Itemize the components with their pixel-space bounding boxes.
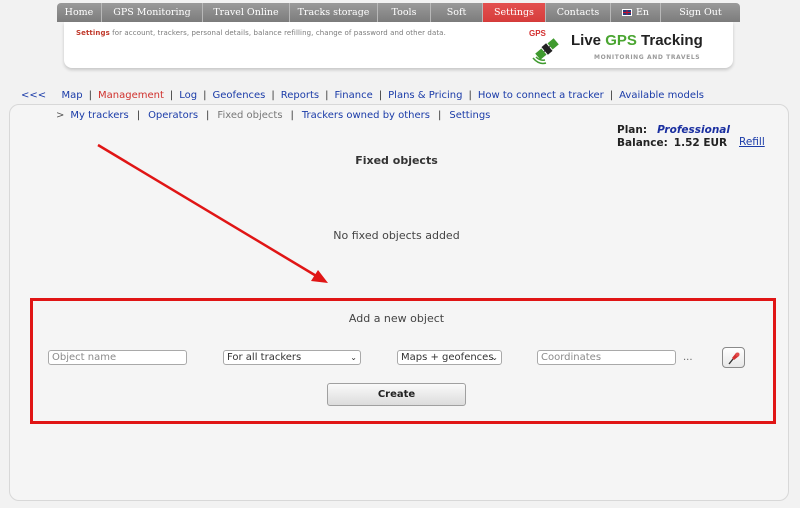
plan-name: Professional [657, 124, 730, 136]
menu-separator: | [88, 90, 92, 101]
uk-flag-icon [621, 9, 632, 16]
logo-brand-gps: GPS [605, 32, 637, 49]
display-select-value: Maps + geofences [401, 352, 494, 363]
menu-reports[interactable]: Reports [281, 90, 319, 101]
menu-separator: | [325, 90, 329, 101]
submenu-my-trackers[interactable]: My trackers [70, 110, 128, 121]
logo-brand: Live GPS Tracking [571, 32, 703, 49]
submenu-operators[interactable]: Operators [148, 110, 198, 121]
submenu-fixed-objects: Fixed objects [217, 110, 283, 121]
balance-label: Balance: [617, 137, 668, 149]
menu-separator: | [468, 90, 472, 101]
page-header: Settings for account, trackers, personal… [64, 22, 733, 68]
menu-log[interactable]: Log [179, 90, 197, 101]
nav-tracks-storage[interactable]: Tracks storage [290, 3, 378, 22]
submenu-separator: | [438, 110, 442, 121]
submenu-trackers-owned-by-others[interactable]: Trackers owned by others [302, 110, 430, 121]
nav-language[interactable]: En [611, 3, 661, 22]
menu-separator: | [378, 90, 383, 101]
submenu-prefix: > [56, 110, 65, 121]
submenu-separator: | [206, 110, 210, 121]
submenu-settings[interactable]: Settings [449, 110, 490, 121]
add-object-title: Add a new object [348, 312, 445, 325]
sub-menu: > My trackers | Operators | Fixed objects | Tra… [56, 110, 490, 121]
logo-brand-post: Tracking [636, 32, 703, 49]
empty-state-message: No fixed objects added [333, 229, 460, 242]
nav-contacts[interactable]: Contacts [546, 3, 611, 22]
menu-map[interactable]: Map [62, 90, 83, 101]
nav-home[interactable]: Home [57, 3, 102, 22]
trackers-select[interactable]: For all trackers ⌄ [223, 350, 361, 365]
refill-link[interactable]: Refill [739, 136, 765, 148]
menu-geofences[interactable]: Geofences [213, 90, 266, 101]
menu-available-models[interactable]: Available models [619, 90, 704, 101]
nav-tools[interactable]: Tools [378, 3, 431, 22]
trackers-select-value: For all trackers [227, 352, 302, 363]
menu-plans-pricing[interactable]: Plans & Pricing [388, 90, 462, 101]
chevron-down-icon: ⌄ [350, 353, 357, 362]
menu-separator: | [169, 90, 174, 101]
display-select[interactable]: Maps + geofences ⌄ [397, 350, 502, 365]
submenu-separator: | [136, 110, 141, 121]
nav-sign-out[interactable]: Sign Out [661, 3, 740, 22]
logo-badge: GPS [529, 29, 547, 38]
menu-separator: | [609, 90, 614, 101]
top-navigation: Home GPS Monitoring Travel Online Tracks… [57, 3, 740, 22]
language-label: En [635, 7, 650, 18]
chevron-down-icon: ⌄ [491, 353, 498, 362]
menu-separator: | [203, 90, 207, 101]
menu-back[interactable]: <<< [21, 90, 46, 101]
account-summary: Plan: Professional Balance: 1.52 EUR [617, 124, 730, 150]
create-button[interactable]: Create [327, 383, 466, 406]
nav-travel-online[interactable]: Travel Online [203, 3, 290, 22]
menu-management[interactable]: Management [98, 90, 164, 101]
satellite-icon: GPS [529, 29, 559, 65]
menu-finance[interactable]: Finance [335, 90, 373, 101]
menu-separator: | [271, 90, 275, 101]
object-name-input[interactable] [48, 350, 187, 365]
coordinates-ellipsis: ... [683, 352, 693, 363]
nav-gps-monitoring[interactable]: GPS Monitoring [102, 3, 203, 22]
pick-location-button[interactable] [722, 347, 745, 368]
menu-connect-tracker[interactable]: How to connect a tracker [478, 90, 604, 101]
nav-soft[interactable]: Soft [431, 3, 483, 22]
pushpin-icon [728, 352, 740, 365]
balance-value: 1.52 EUR [673, 137, 728, 149]
section-description: Settings for account, trackers, personal… [76, 29, 446, 37]
logo-tagline: MONITORING AND TRAVELS [594, 54, 701, 61]
logo-brand-pre: Live [571, 32, 606, 49]
plan-label: Plan: [617, 124, 648, 136]
section-menu: <<< | Map | Management | Log | Geofences | Reports… [21, 90, 704, 101]
coordinates-input[interactable] [537, 350, 676, 365]
nav-settings[interactable]: Settings [483, 3, 546, 22]
submenu-separator: | [290, 110, 294, 121]
page-title: Fixed objects [355, 154, 438, 167]
section-description-text: for account, trackers, personal details,… [109, 29, 446, 37]
section-description-bold: Settings [76, 29, 110, 37]
site-logo[interactable]: GPS Live GPS Tracking MONITORING AND TRA… [528, 27, 728, 65]
